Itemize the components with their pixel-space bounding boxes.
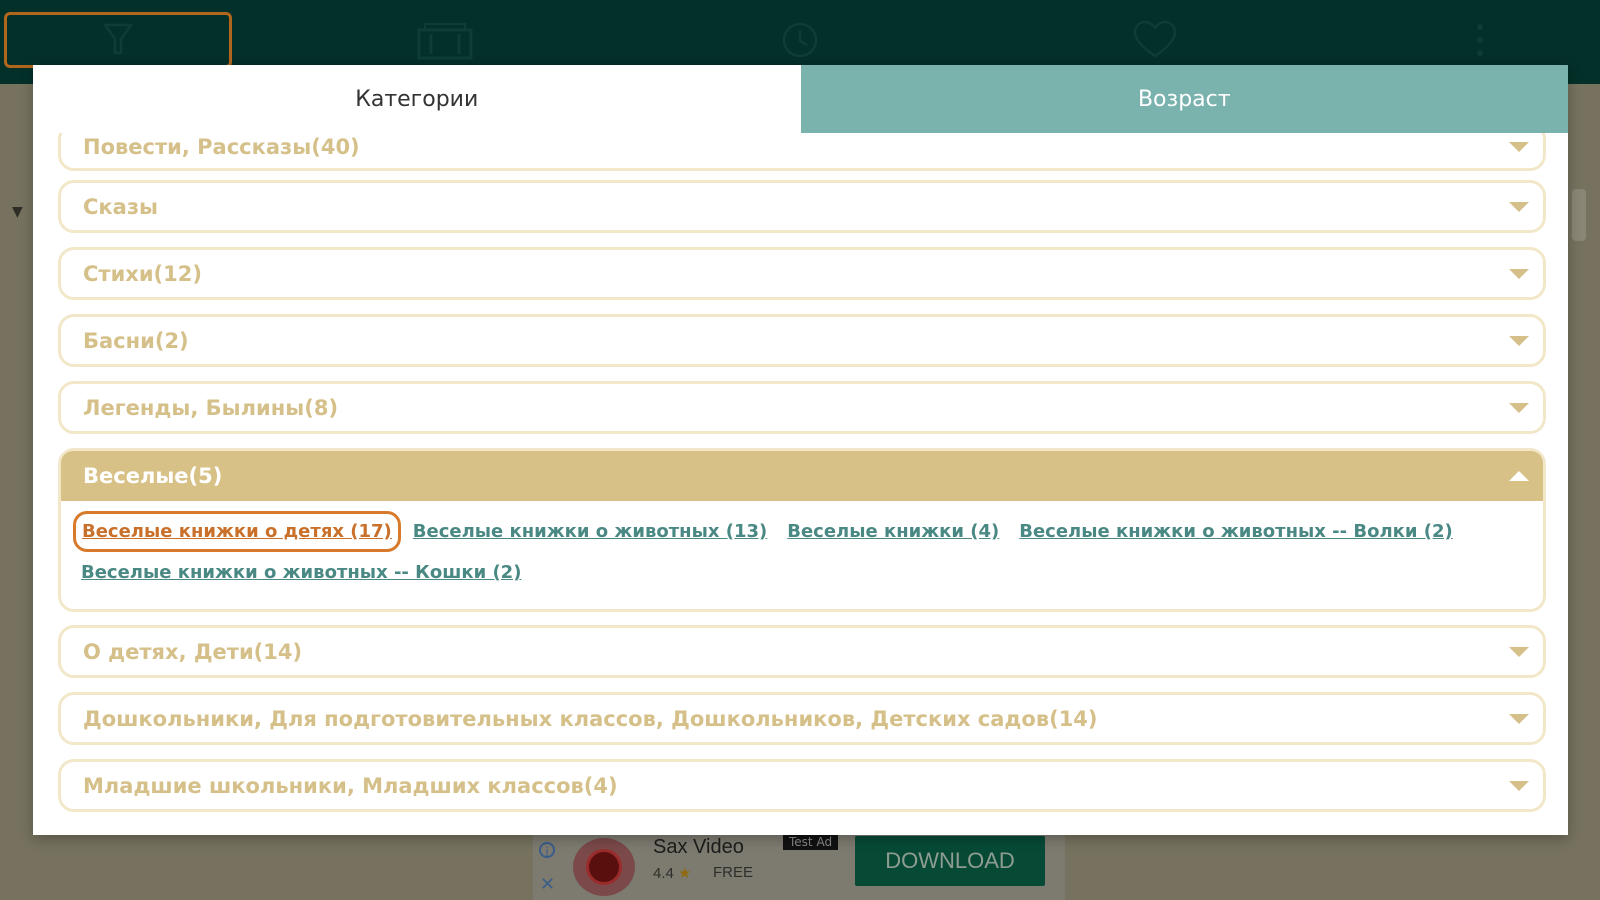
history-icon (782, 22, 818, 58)
category-label: Басни(2) (83, 328, 189, 353)
category-label: Веселые(5) (83, 464, 223, 488)
category-label: Сказы (83, 194, 159, 219)
category-item[interactable]: О детях, Дети(14) (58, 625, 1546, 678)
chevron-down-icon (1509, 713, 1529, 724)
ad-title: Sax Video (653, 836, 744, 858)
subcategory-link[interactable]: Веселые книжки о животных (13) (405, 511, 775, 552)
subcategory-link[interactable]: Веселые книжки о животных -- Кошки (2) (73, 552, 529, 593)
category-label: Стихи(12) (83, 261, 202, 286)
ad-test-tag: Test Ad (783, 834, 839, 850)
ad-info-icon[interactable]: i (539, 842, 555, 859)
chevron-down-icon (1509, 780, 1529, 791)
collapse-arrow-icon: ▼ (12, 204, 23, 220)
subcategory-link[interactable]: Веселые книжки (4) (779, 511, 1007, 552)
category-item[interactable]: Стихи(12) (58, 247, 1546, 300)
ad-rating: 4.4 ★ (653, 864, 691, 882)
chevron-down-icon (1509, 335, 1529, 346)
catalog-icon (417, 23, 473, 60)
ad-rating-value: 4.4 (653, 865, 674, 882)
heart-icon (1133, 20, 1177, 58)
ad-download-button[interactable]: DOWNLOAD (855, 836, 1045, 886)
overflow-menu-button[interactable] (1420, 12, 1540, 68)
category-item[interactable]: Дошкольники, Для подготовительных классо… (58, 692, 1546, 745)
ad-banner[interactable]: i ✕ Sax Video Test Ad 4.4 ★ FREE DOWNLOA… (533, 834, 1065, 900)
category-header[interactable]: Басни(2) (61, 317, 1543, 364)
chevron-down-icon (1509, 201, 1529, 212)
ad-close-icon[interactable]: ✕ (540, 874, 555, 895)
subcategory-link[interactable]: Веселые книжки о детях (17) (73, 511, 401, 552)
chevron-down-icon (1509, 402, 1529, 413)
category-item[interactable]: Повести, Рассказы(40) (58, 133, 1546, 171)
tab-categories[interactable]: Категории (33, 65, 801, 133)
category-item[interactable]: Сказы (58, 180, 1546, 233)
category-header[interactable]: О детях, Дети(14) (61, 628, 1543, 675)
catalog-button[interactable] (380, 12, 510, 68)
category-item-expanded[interactable]: Веселые(5) Веселые книжки о детях (17) В… (58, 448, 1546, 612)
background-scrollbar (1572, 189, 1586, 241)
subcategory-link[interactable]: Веселые книжки о животных -- Волки (2) (1011, 511, 1461, 552)
category-header[interactable]: Повести, Рассказы(40) (61, 133, 1543, 168)
filter-icon (103, 23, 133, 55)
more-vert-icon (1477, 24, 1483, 56)
ad-price: FREE (713, 864, 754, 881)
category-label: О детях, Дети(14) (83, 639, 303, 664)
ad-app-logo (573, 838, 635, 896)
category-label: Легенды, Былины(8) (83, 395, 339, 420)
category-item[interactable]: Легенды, Былины(8) (58, 381, 1546, 434)
category-header[interactable]: Дошкольники, Для подготовительных классо… (61, 695, 1543, 742)
category-header[interactable]: Сказы (61, 183, 1543, 230)
category-item[interactable]: Басни(2) (58, 314, 1546, 367)
category-header[interactable]: Младшие школьники, Младших классов(4) (61, 762, 1543, 809)
chevron-down-icon (1509, 268, 1529, 279)
category-filter-dialog: Категории Возраст Повести, Рассказы(40) … (33, 65, 1568, 835)
category-header[interactable]: Веселые(5) (61, 451, 1543, 501)
tab-age[interactable]: Возраст (800, 65, 1568, 133)
chevron-up-icon (1509, 471, 1529, 481)
category-label: Повести, Рассказы(40) (83, 135, 360, 159)
category-label: Младшие школьники, Младших классов(4) (83, 773, 618, 798)
star-icon: ★ (678, 865, 692, 882)
chevron-down-icon (1509, 142, 1529, 152)
category-label: Дошкольники, Для подготовительных классо… (83, 706, 1098, 731)
category-list[interactable]: Повести, Рассказы(40) Сказы Стихи(12) Ба… (33, 133, 1568, 835)
filter-button[interactable] (4, 12, 232, 68)
category-header[interactable]: Легенды, Былины(8) (61, 384, 1543, 431)
category-item[interactable]: Младшие школьники, Младших классов(4) (58, 759, 1546, 812)
chevron-down-icon (1509, 646, 1529, 657)
subcategory-links: Веселые книжки о детях (17) Веселые книж… (61, 501, 1543, 599)
dialog-tabs: Категории Возраст (33, 65, 1568, 133)
category-header[interactable]: Стихи(12) (61, 250, 1543, 297)
history-button[interactable] (735, 12, 865, 68)
favorites-button[interactable] (1090, 12, 1220, 68)
